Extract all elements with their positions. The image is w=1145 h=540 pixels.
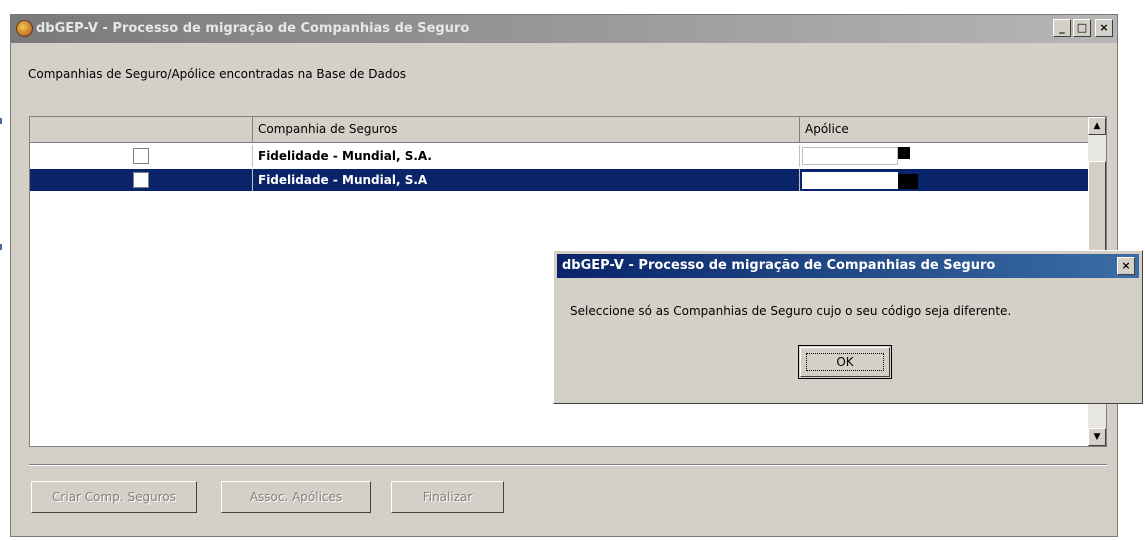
redaction-mark: [898, 174, 918, 189]
ok-button-label: OK: [806, 353, 884, 371]
grid-header: Companhia de Seguros Apólice: [30, 117, 1088, 143]
column-header-select[interactable]: [30, 117, 253, 142]
edge-mark: [0, 244, 2, 250]
company-cell: Fidelidade - Mundial, S.A.: [253, 145, 800, 167]
ok-button-face: OK: [800, 347, 890, 377]
redaction-mark: [898, 147, 910, 159]
close-button[interactable]: ×: [1095, 19, 1113, 37]
associate-policies-button[interactable]: Assoc. Apólices: [221, 481, 371, 513]
message-dialog: dbGEP-V - Processo de migração de Compan…: [553, 250, 1143, 404]
redacted-policy: [802, 147, 898, 165]
table-row[interactable]: Fidelidade - Mundial, S.A: [30, 169, 1088, 191]
row-checkbox[interactable]: [133, 148, 149, 164]
scroll-up-arrow-icon[interactable]: ▲: [1088, 117, 1106, 135]
create-companies-button[interactable]: Criar Comp. Seguros: [31, 481, 197, 513]
scroll-down-arrow-icon[interactable]: ▼: [1088, 428, 1106, 446]
app-icon: [16, 20, 33, 37]
redacted-policy: [802, 172, 898, 189]
column-header-policy[interactable]: Apólice: [800, 117, 1088, 142]
row-checkbox[interactable]: [133, 172, 149, 188]
dialog-title-bar[interactable]: dbGEP-V - Processo de migração de Compan…: [557, 254, 1139, 278]
ok-button[interactable]: OK: [798, 345, 892, 379]
select-cell: [30, 145, 253, 167]
finish-button[interactable]: Finalizar: [391, 481, 504, 513]
policy-cell: [800, 145, 1088, 167]
company-cell: Fidelidade - Mundial, S.A: [253, 169, 800, 191]
dialog-message: Seleccione só as Companhias de Seguro cu…: [570, 304, 1012, 318]
table-row[interactable]: Fidelidade - Mundial, S.A.: [30, 145, 1088, 167]
policy-cell: [800, 169, 1088, 191]
minimize-button[interactable]: _: [1053, 19, 1071, 37]
section-label: Companhias de Seguro/Apólice encontradas…: [28, 67, 407, 81]
dialog-title: dbGEP-V - Processo de migração de Compan…: [562, 258, 996, 273]
edge-mark: [0, 118, 2, 124]
dialog-close-button[interactable]: ×: [1117, 257, 1135, 275]
title-bar[interactable]: dbGEP-V - Processo de migração de Compan…: [11, 15, 1117, 43]
window-title: dbGEP-V - Processo de migração de Compan…: [36, 21, 470, 36]
column-header-company[interactable]: Companhia de Seguros: [253, 117, 800, 142]
separator: [29, 464, 1107, 466]
select-cell: [30, 169, 253, 191]
maximize-button[interactable]: □: [1073, 19, 1091, 37]
